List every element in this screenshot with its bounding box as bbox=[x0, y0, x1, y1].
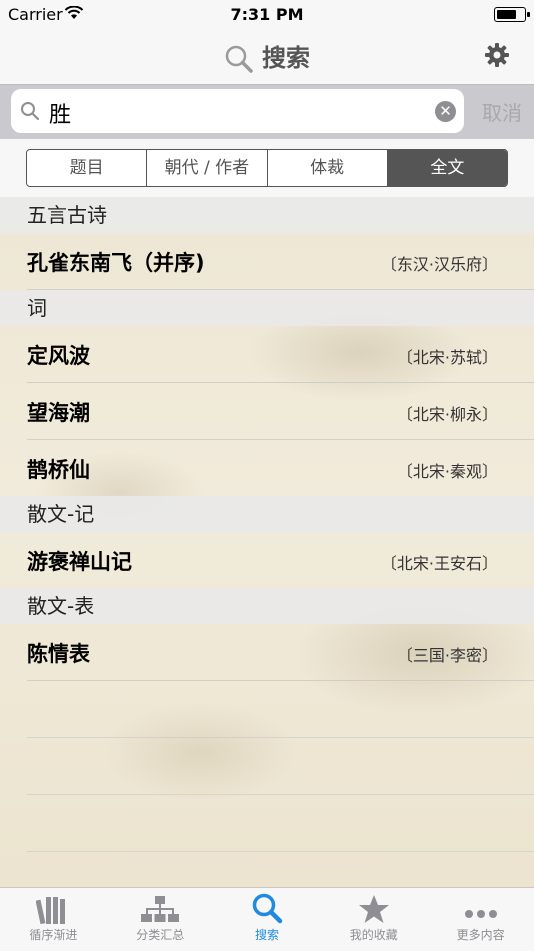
poem-title: 定风波 bbox=[27, 344, 90, 368]
hierarchy-icon bbox=[141, 896, 180, 922]
poem-author: 〔三国·李密〕 bbox=[396, 646, 498, 665]
more-icon bbox=[464, 910, 497, 918]
books-icon bbox=[36, 897, 66, 924]
star-icon bbox=[358, 895, 389, 923]
search-icon bbox=[252, 893, 283, 924]
status-bar: Carrier 7:31 PM bbox=[0, 0, 534, 28]
tab-label: 分类汇总 bbox=[136, 928, 185, 942]
poem-author: 〔北宋·柳永〕 bbox=[396, 405, 498, 424]
page-title-text: 搜索 bbox=[262, 44, 310, 72]
search-scope-bar: 题目 朝代 / 作者 体裁 全文 bbox=[0, 139, 534, 197]
list-item[interactable]: 定风波 〔北宋·苏轼〕 bbox=[27, 326, 534, 383]
segment-full-text[interactable]: 全文 bbox=[387, 150, 507, 186]
poem-title: 游褒禅山记 bbox=[27, 550, 132, 574]
list-item[interactable]: 鹊桥仙 〔北宋·秦观〕 bbox=[27, 440, 534, 496]
poem-title: 望海潮 bbox=[27, 401, 90, 425]
page-title: 搜索 bbox=[0, 38, 534, 74]
search-bar: 胜 ✕ 取消 bbox=[0, 85, 534, 139]
list-item[interactable]: 游褒禅山记 〔北宋·王安石〕 bbox=[27, 532, 534, 588]
poem-title: 孔雀东南飞（并序) bbox=[27, 251, 205, 275]
tab-label: 循序渐进 bbox=[29, 928, 78, 942]
empty-row bbox=[27, 681, 534, 738]
tab-search[interactable]: 搜索 bbox=[214, 888, 321, 951]
search-scope-segmented-control: 题目 朝代 / 作者 体裁 全文 bbox=[26, 149, 508, 187]
empty-row bbox=[27, 738, 534, 795]
search-icon bbox=[21, 102, 40, 121]
tab-more[interactable]: 更多内容 bbox=[427, 888, 534, 951]
poem-author: 〔北宋·秦观〕 bbox=[396, 462, 498, 481]
poem-author: 〔东汉·汉乐府〕 bbox=[380, 255, 498, 274]
tab-label: 我的收藏 bbox=[349, 928, 398, 942]
navigation-bar: 搜索 bbox=[0, 28, 534, 85]
section-header: 五言古诗 bbox=[0, 197, 534, 233]
poem-author: 〔北宋·王安石〕 bbox=[380, 554, 498, 573]
empty-row bbox=[27, 795, 534, 852]
tab-label: 搜索 bbox=[254, 928, 279, 942]
battery-icon bbox=[494, 7, 530, 22]
segment-genre[interactable]: 体裁 bbox=[268, 150, 388, 186]
segment-title[interactable]: 题目 bbox=[27, 150, 148, 186]
tab-favorites[interactable]: 我的收藏 bbox=[320, 888, 427, 951]
list-item[interactable]: 望海潮 〔北宋·柳永〕 bbox=[27, 383, 534, 440]
segment-dynasty-author[interactable]: 朝代 / 作者 bbox=[147, 150, 268, 186]
results-list: 五言古诗 孔雀东南飞（并序) 〔东汉·汉乐府〕 词 定风波 〔北宋·苏轼〕 望海… bbox=[0, 197, 534, 852]
section-header: 散文-记 bbox=[0, 496, 534, 532]
list-item[interactable]: 陈情表 〔三国·李密〕 bbox=[27, 624, 534, 681]
clear-search-icon[interactable]: ✕ bbox=[435, 101, 456, 122]
settings-gear-icon[interactable] bbox=[484, 42, 510, 68]
poem-author: 〔北宋·苏轼〕 bbox=[396, 348, 498, 367]
tab-label: 更多内容 bbox=[456, 928, 505, 942]
poem-title: 陈情表 bbox=[27, 642, 90, 666]
tab-categories[interactable]: 分类汇总 bbox=[107, 888, 214, 951]
search-query-text: 胜 bbox=[49, 103, 72, 128]
cancel-button[interactable]: 取消 bbox=[482, 97, 522, 126]
clock: 7:31 PM bbox=[230, 5, 304, 24]
section-header: 散文-表 bbox=[0, 588, 534, 624]
magnifier-icon bbox=[225, 45, 253, 73]
poem-title: 鹊桥仙 bbox=[27, 458, 90, 482]
section-header: 词 bbox=[0, 290, 534, 326]
tab-bar: 循序渐进 分类汇总 搜索 我的收藏 更多内容 bbox=[0, 887, 534, 951]
list-item[interactable]: 孔雀东南飞（并序) 〔东汉·汉乐府〕 bbox=[27, 233, 534, 290]
tab-sequential[interactable]: 循序渐进 bbox=[0, 888, 107, 951]
search-input[interactable]: 胜 ✕ bbox=[11, 89, 464, 133]
